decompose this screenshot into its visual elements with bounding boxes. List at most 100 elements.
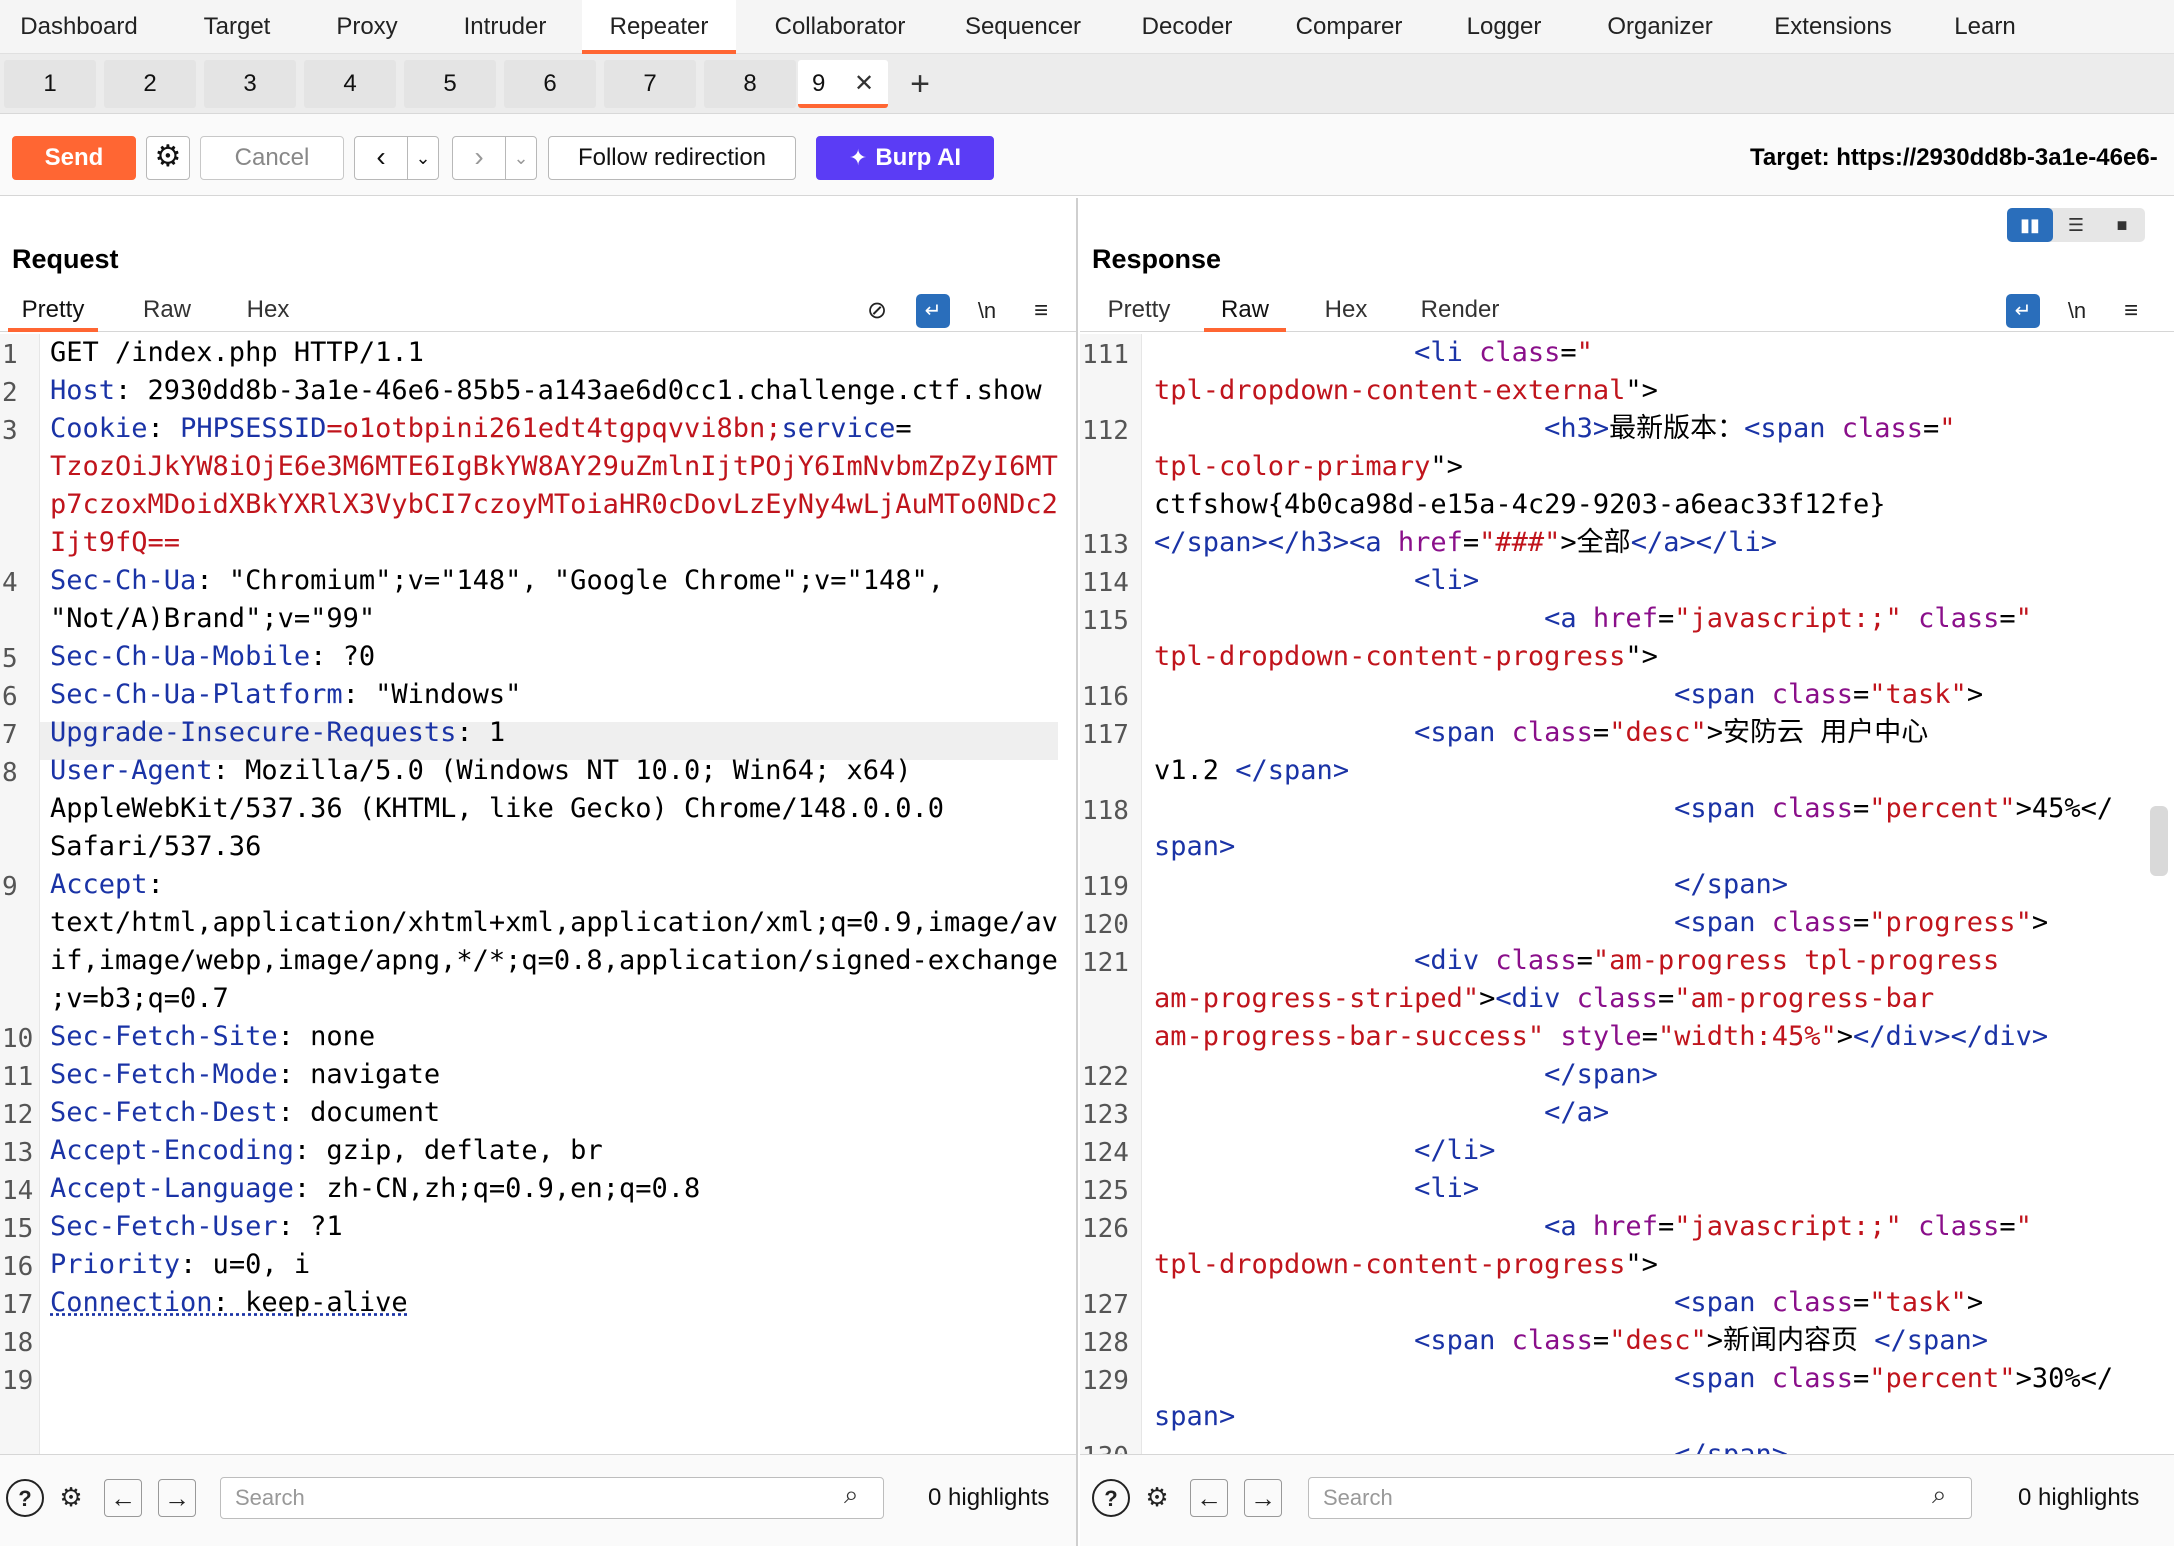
arrow-right-icon[interactable]: → xyxy=(1244,1479,1282,1517)
tab-raw[interactable]: Raw xyxy=(128,288,206,332)
header-value: : "Windows" xyxy=(342,679,522,710)
split-columns-icon[interactable]: ▮▮ xyxy=(2007,208,2053,242)
arrow-left-icon[interactable]: ← xyxy=(1190,1479,1228,1517)
header-value: if,image/webp,image/apng,*/*;q=0.8,appli… xyxy=(50,945,1058,976)
chevron-down-icon[interactable]: ⌄ xyxy=(407,136,439,180)
nav-target[interactable]: Target xyxy=(160,0,314,54)
repeater-tab[interactable]: 2 xyxy=(104,60,196,108)
repeater-tab[interactable]: 5 xyxy=(404,60,496,108)
nav-dashboard[interactable]: Dashboard xyxy=(0,0,158,54)
wrap-icon[interactable]: ↵ xyxy=(916,294,950,328)
add-tab-icon[interactable]: + xyxy=(900,60,940,108)
nav-organizer[interactable]: Organizer xyxy=(1596,0,1724,54)
response-editor[interactable]: 111 112 113 114 115 116 117 118 119 120 … xyxy=(1080,334,2174,1454)
arrow-left-icon[interactable]: ← xyxy=(104,1479,142,1517)
header-name: User-Agent xyxy=(50,755,213,786)
tab-hex[interactable]: Hex xyxy=(236,288,300,332)
line-number: 113 xyxy=(1082,530,1129,560)
nav-logger[interactable]: Logger xyxy=(1448,0,1560,54)
code-line: <a href="javascript:;" class=" xyxy=(1544,1211,2032,1242)
cancel-button[interactable]: Cancel xyxy=(200,136,344,180)
nav-extensions[interactable]: Extensions xyxy=(1760,0,1906,54)
header-value: : 1 xyxy=(456,717,506,748)
repeater-tab[interactable]: 7 xyxy=(604,60,696,108)
close-icon[interactable]: ✕ xyxy=(854,60,874,108)
line-number: 117 xyxy=(1082,720,1129,750)
response-search-bar: ? ⚙ ← → Search ⌕ 0 highlights xyxy=(1080,1454,2174,1546)
repeater-tab-active[interactable]: 9 ✕ xyxy=(798,60,888,108)
header-value: : 2930dd8b-3a1e-46e6-85b5-a143ae6d0cc1.c… xyxy=(115,375,1042,406)
search-input[interactable]: Search xyxy=(1308,1477,1972,1519)
header-name: Sec-Ch-Ua-Platform xyxy=(50,679,343,710)
tab-render[interactable]: Render xyxy=(1410,288,1510,332)
chevron-right-icon[interactable]: › xyxy=(452,136,506,180)
nav-decoder[interactable]: Decoder xyxy=(1130,0,1244,54)
code-line: <span class="desc">安防云 用户中心 xyxy=(1414,717,1929,748)
line-number: 11 xyxy=(2,1062,34,1092)
tab-pretty[interactable]: Pretty xyxy=(1094,288,1184,332)
response-panel: ▮▮ ☰ ■ Response Pretty Raw Hex Render ↵ … xyxy=(1080,198,2174,1546)
header-name: Connection xyxy=(50,1287,213,1318)
request-search-bar: ? ⚙ ← → Search ⌕ 0 highlights xyxy=(0,1454,1076,1546)
line-number: 1 xyxy=(2,340,18,370)
search-input[interactable]: Search xyxy=(220,1477,884,1519)
repeater-tab[interactable]: 8 xyxy=(704,60,796,108)
highlights-count: 0 highlights xyxy=(928,1484,1050,1511)
code-line: </span></h3><a href="###">全部</a></li> xyxy=(1154,527,1777,558)
header-value: : navigate xyxy=(277,1059,441,1090)
cookie-value: p7czoxMDoidXBkYXRlX3VybCI7czoyMToiaHR0cD… xyxy=(50,489,1058,520)
repeater-tab[interactable]: 6 xyxy=(504,60,596,108)
line-number: 121 xyxy=(1082,948,1129,978)
code-line: Sec-Fetch-Mode: navigate xyxy=(50,1056,440,1094)
nav-collaborator[interactable]: Collaborator xyxy=(752,0,928,54)
request-editor[interactable]: 1 2 3 4 5 6 7 8 9 10 11 12 13 14 15 16 1… xyxy=(0,334,1076,1454)
line-number: 120 xyxy=(1082,910,1129,940)
nav-comparer[interactable]: Comparer xyxy=(1284,0,1414,54)
single-pane-icon[interactable]: ■ xyxy=(2099,208,2145,242)
tab-pretty[interactable]: Pretty xyxy=(8,288,98,332)
scrollbar-thumb[interactable] xyxy=(2150,806,2168,876)
menu-icon[interactable]: ≡ xyxy=(2114,294,2148,328)
send-button[interactable]: Send xyxy=(12,136,136,180)
wrap-icon[interactable]: ↵ xyxy=(2006,294,2040,328)
menu-icon[interactable]: ≡ xyxy=(1024,294,1058,328)
target-label[interactable]: Target: https://2930dd8b-3a1e-46e6- xyxy=(1750,136,2174,180)
help-icon[interactable]: ? xyxy=(6,1479,44,1517)
nav-repeater[interactable]: Repeater xyxy=(582,0,736,54)
repeater-tab[interactable]: 4 xyxy=(304,60,396,108)
code-line: <h3>最新版本：<span class=" xyxy=(1544,413,1956,444)
gear-icon[interactable]: ⚙ xyxy=(1138,1479,1176,1517)
nav-intruder[interactable]: Intruder xyxy=(440,0,570,54)
repeater-tabs: 1 2 3 4 5 6 7 8 9 ✕ + xyxy=(0,54,2174,114)
repeater-tab[interactable]: 3 xyxy=(204,60,296,108)
burp-ai-button[interactable]: ✦ Burp AI xyxy=(816,136,994,180)
nav-proxy[interactable]: Proxy xyxy=(316,0,418,54)
cookie-name: PHPSESSID xyxy=(180,413,327,444)
line-number: 119 xyxy=(1082,872,1129,902)
newline-icon[interactable]: \n xyxy=(970,294,1004,328)
line-number: 130 xyxy=(1080,1442,1129,1454)
gear-icon[interactable]: ⚙ xyxy=(146,136,190,180)
chevron-left-icon[interactable]: ‹ xyxy=(354,136,408,180)
search-icon[interactable]: ⌕ xyxy=(844,1479,859,1511)
request-view-tabs: Pretty Raw Hex xyxy=(0,288,1076,332)
split-rows-icon[interactable]: ☰ xyxy=(2053,208,2099,242)
line-number: 124 xyxy=(1082,1138,1129,1168)
nav-sequencer[interactable]: Sequencer xyxy=(950,0,1096,54)
help-icon[interactable]: ? xyxy=(1092,1479,1130,1517)
arrow-right-icon[interactable]: → xyxy=(158,1479,196,1517)
code-line: Sec-Ch-Ua-Mobile: ?0 xyxy=(50,638,375,676)
chevron-down-icon[interactable]: ⌄ xyxy=(505,136,537,180)
follow-redirection-button[interactable]: Follow redirection xyxy=(548,136,796,180)
tab-raw[interactable]: Raw xyxy=(1204,288,1286,332)
newline-icon[interactable]: \n xyxy=(2060,294,2094,328)
eye-slash-icon[interactable]: ⊘ xyxy=(860,294,894,328)
header-value: : u=0, i xyxy=(180,1249,311,1280)
search-icon[interactable]: ⌕ xyxy=(1932,1479,1947,1511)
tab-hex[interactable]: Hex xyxy=(1314,288,1378,332)
code-line: <span class="progress"> xyxy=(1674,907,2049,938)
repeater-tab[interactable]: 1 xyxy=(4,60,96,108)
gear-icon[interactable]: ⚙ xyxy=(52,1479,90,1517)
line-number: 125 xyxy=(1082,1176,1129,1206)
nav-learn[interactable]: Learn xyxy=(1946,0,2024,54)
